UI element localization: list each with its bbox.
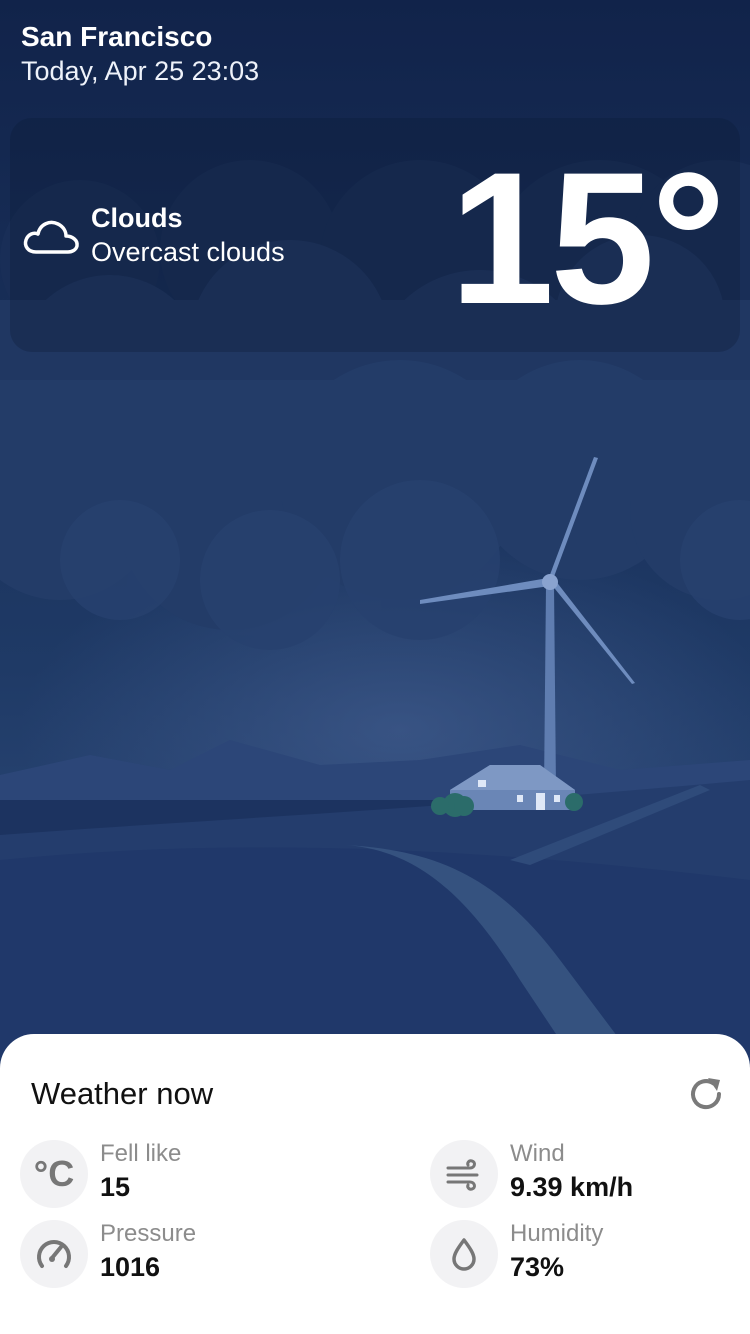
metric-icon-circle: °C bbox=[20, 1140, 88, 1208]
date-time: Today, Apr 25 23:03 bbox=[21, 56, 260, 86]
metric-label: Fell like bbox=[100, 1140, 182, 1167]
metric-humidity: Humidity 73% bbox=[430, 1220, 740, 1290]
metric-wind: Wind 9.39 km/h bbox=[430, 1140, 740, 1210]
metric-label: Wind bbox=[510, 1140, 565, 1167]
condition-description: Overcast clouds bbox=[91, 237, 285, 267]
metric-value: 9.39 km/h bbox=[510, 1172, 634, 1202]
metric-icon-circle bbox=[430, 1220, 498, 1288]
metric-value: 15 bbox=[100, 1172, 131, 1202]
city-name: San Francisco bbox=[21, 21, 213, 52]
current-temperature: 15° bbox=[449, 133, 726, 343]
metric-value: 73% bbox=[510, 1252, 565, 1282]
metric-label: Humidity bbox=[510, 1220, 604, 1247]
metric-pressure: Pressure 1016 bbox=[20, 1220, 330, 1290]
droplet-icon bbox=[452, 1238, 476, 1271]
gauge-icon bbox=[37, 1240, 71, 1268]
weather-screen: San Francisco Today, Apr 25 23:03 Clouds… bbox=[0, 0, 750, 1334]
metric-feels-like: °C Fell like 15 bbox=[20, 1140, 330, 1210]
metric-value: 1016 bbox=[100, 1252, 161, 1282]
metric-label: Pressure bbox=[100, 1220, 197, 1247]
refresh-icon[interactable] bbox=[686, 1074, 726, 1114]
cloud-icon bbox=[23, 220, 79, 254]
panel-title: Weather now bbox=[31, 1076, 214, 1111]
condition-main: Clouds bbox=[91, 203, 183, 233]
location-header: San Francisco Today, Apr 25 23:03 bbox=[21, 20, 259, 88]
celsius-icon: °C bbox=[33, 1153, 75, 1194]
wind-icon bbox=[446, 1159, 479, 1191]
metric-icon-circle bbox=[430, 1140, 498, 1208]
metric-icon-circle bbox=[20, 1220, 88, 1288]
